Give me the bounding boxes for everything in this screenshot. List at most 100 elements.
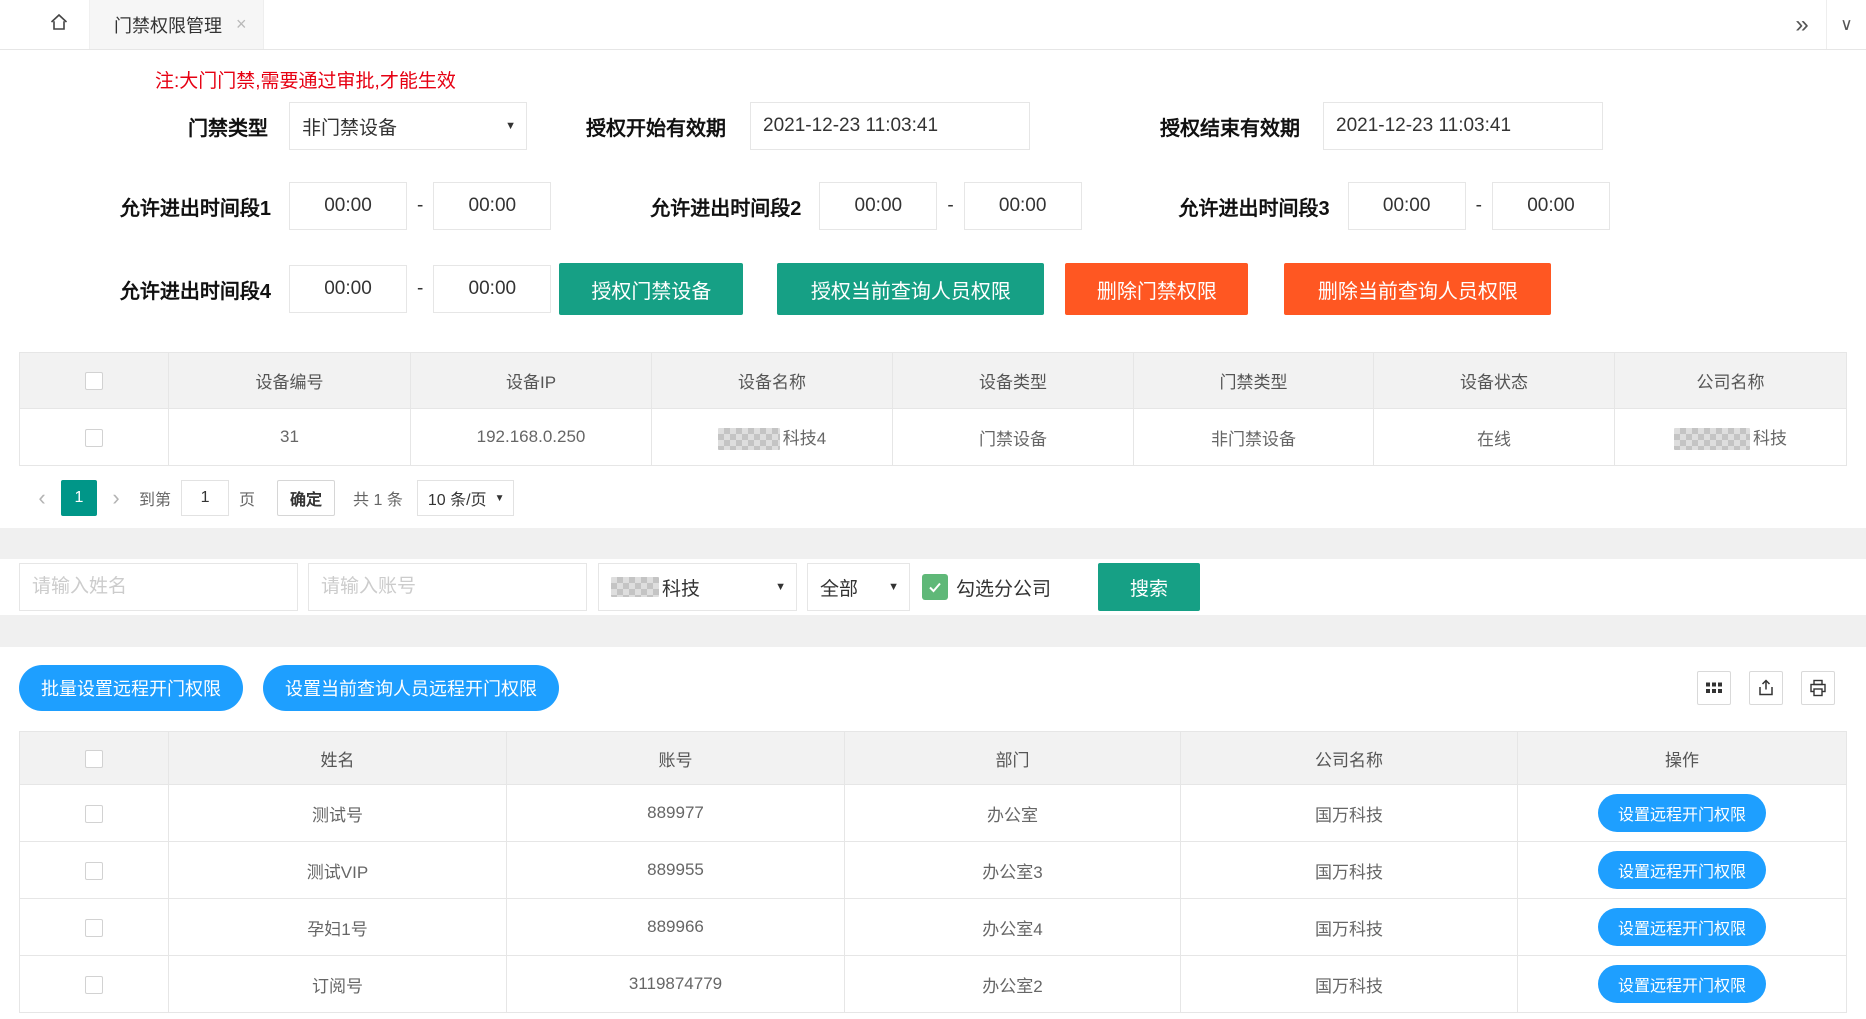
- account-search-input[interactable]: [308, 563, 587, 611]
- tab-label: 门禁权限管理: [114, 12, 222, 38]
- form-row-2: 允许进出时间段1 - 允许进出时间段2 - 允许进出时间段3 -: [0, 182, 1866, 230]
- device-table-wrap: 设备编号 设备IP 设备名称 设备类型 门禁类型 设备状态 公司名称 31 19…: [19, 352, 1847, 466]
- goto-prefix-label: 到第: [139, 486, 171, 510]
- select-all-people-checkbox[interactable]: [85, 750, 103, 768]
- period-1-to-input[interactable]: [433, 182, 551, 230]
- set-remote-open-permission-button[interactable]: 设置远程开门权限: [1598, 908, 1766, 946]
- form-row-3: 允许进出时间段4 - 授权门禁设备 授权当前查询人员权限 删除门禁权限 删除当前…: [0, 263, 1866, 315]
- device-access-type-cell: 非门禁设备: [1134, 409, 1374, 466]
- auth-end-label: 授权结束有效期: [1030, 112, 1300, 141]
- branch-filter-checkbox-checked[interactable]: [922, 574, 948, 600]
- current-query-remote-open-button[interactable]: 设置当前查询人员远程开门权限: [263, 665, 559, 711]
- approval-note: 注:大门门禁,需要通过审批,才能生效: [155, 70, 1866, 94]
- person-row: 测试号 889977 办公室 国万科技 设置远程开门权限: [20, 785, 1847, 842]
- company-name-visible: 科技: [1753, 429, 1787, 448]
- person-row: 孕妇1号 889966 办公室4 国万科技 设置远程开门权限: [20, 899, 1847, 956]
- tab-actions-chevron-down-icon[interactable]: ∨: [1826, 0, 1866, 49]
- goto-suffix-label: 页: [239, 486, 255, 510]
- home-tab[interactable]: [28, 0, 90, 49]
- device-type-cell: 门禁设备: [893, 409, 1134, 466]
- period-4-from-input[interactable]: [289, 265, 407, 313]
- home-icon: [49, 12, 69, 37]
- authorization-form-card: 注:大门门禁,需要通过审批,才能生效 门禁类型 非门禁设备 ▼ 授权开始有效期 …: [0, 50, 1866, 528]
- current-page-button[interactable]: 1: [61, 480, 97, 516]
- person-row-checkbox[interactable]: [85, 805, 103, 823]
- device-status-cell: 在线: [1374, 409, 1615, 466]
- name-search-input[interactable]: [19, 563, 298, 611]
- company-select[interactable]: 科技 ▼: [598, 563, 797, 611]
- person-name-cell: 孕妇1号: [169, 899, 507, 956]
- col-header-device-status: 设备状态: [1374, 353, 1615, 409]
- person-dept-cell: 办公室3: [845, 842, 1181, 899]
- auth-start-input[interactable]: [750, 102, 1030, 150]
- total-count-label: 共 1 条: [353, 486, 403, 510]
- device-company-cell: 科技: [1615, 409, 1847, 466]
- device-table-header-row: 设备编号 设备IP 设备名称 设备类型 门禁类型 设备状态 公司名称: [20, 353, 1847, 409]
- auth-end-input[interactable]: [1323, 102, 1603, 150]
- section-divider: [0, 615, 1866, 647]
- period-2-label: 允许进出时间段2: [551, 192, 801, 221]
- search-button[interactable]: 搜索: [1098, 563, 1200, 611]
- filter-columns-button[interactable]: [1697, 671, 1731, 705]
- dash-separator: -: [417, 195, 423, 217]
- batch-remote-open-button[interactable]: 批量设置远程开门权限: [19, 665, 243, 711]
- print-icon: [1809, 679, 1827, 697]
- next-page-icon[interactable]: ›: [103, 480, 129, 516]
- redacted-blur: [718, 428, 780, 450]
- device-name-cell: 科技4: [652, 409, 893, 466]
- device-row: 31 192.168.0.250 科技4 门禁设备 非门禁设备 在线 科技: [20, 409, 1847, 466]
- person-row-checkbox[interactable]: [85, 919, 103, 937]
- goto-confirm-button[interactable]: 确定: [277, 480, 335, 516]
- print-button[interactable]: [1801, 671, 1835, 705]
- period-3-label: 允许进出时间段3: [1082, 192, 1330, 221]
- form-row-1: 门禁类型 非门禁设备 ▼ 授权开始有效期 授权结束有效期: [0, 102, 1866, 150]
- authorize-current-people-button[interactable]: 授权当前查询人员权限: [777, 263, 1044, 315]
- delete-current-people-permission-button[interactable]: 删除当前查询人员权限: [1284, 263, 1551, 315]
- person-company-cell: 国万科技: [1181, 785, 1518, 842]
- person-dept-cell: 办公室2: [845, 956, 1181, 1013]
- delete-permission-button[interactable]: 删除门禁权限: [1065, 263, 1248, 315]
- page-size-select[interactable]: 10 条/页 ▼: [417, 480, 514, 516]
- dash-separator: -: [1476, 195, 1482, 217]
- period-1-label: 允许进出时间段1: [0, 192, 271, 221]
- prev-page-icon[interactable]: ‹: [29, 480, 55, 516]
- set-remote-open-permission-button[interactable]: 设置远程开门权限: [1598, 965, 1766, 1003]
- columns-grid-icon: [1705, 679, 1723, 697]
- caret-down-icon: ▼: [505, 120, 516, 132]
- export-button[interactable]: [1749, 671, 1783, 705]
- branch-select[interactable]: 全部 ▼: [807, 563, 910, 611]
- authorize-device-button[interactable]: 授权门禁设备: [559, 263, 743, 315]
- period-3-to-input[interactable]: [1492, 182, 1610, 230]
- col-header-department: 部门: [845, 732, 1181, 785]
- person-row-checkbox[interactable]: [85, 976, 103, 994]
- device-row-checkbox[interactable]: [85, 429, 103, 447]
- redacted-blur: [1674, 428, 1750, 450]
- redacted-blur: [611, 577, 659, 597]
- dash-separator: -: [417, 278, 423, 300]
- expand-tabs-icon[interactable]: »: [1778, 0, 1826, 49]
- period-3-from-input[interactable]: [1348, 182, 1466, 230]
- set-remote-open-permission-button[interactable]: 设置远程开门权限: [1598, 794, 1766, 832]
- col-header-company: 公司名称: [1181, 732, 1518, 785]
- branch-checkbox-label: 勾选分公司: [956, 574, 1051, 601]
- caret-down-icon: ▼: [888, 581, 899, 593]
- section-divider: [0, 528, 1866, 559]
- device-table-pagination: ‹ 1 › 到第 页 确定 共 1 条 10 条/页 ▼: [29, 480, 1866, 528]
- period-2-from-input[interactable]: [819, 182, 937, 230]
- person-dept-cell: 办公室4: [845, 899, 1181, 956]
- person-row-checkbox[interactable]: [85, 862, 103, 880]
- person-row: 测试VIP 889955 办公室3 国万科技 设置远程开门权限: [20, 842, 1847, 899]
- period-4-to-input[interactable]: [433, 265, 551, 313]
- tab-access-permission-management[interactable]: 门禁权限管理 ×: [90, 0, 264, 49]
- access-type-select[interactable]: 非门禁设备 ▼: [289, 102, 527, 150]
- select-all-devices-checkbox[interactable]: [85, 372, 103, 390]
- period-2-to-input[interactable]: [964, 182, 1082, 230]
- col-header-account: 账号: [507, 732, 845, 785]
- period-1-from-input[interactable]: [289, 182, 407, 230]
- person-account-cell: 3119874779: [507, 956, 845, 1013]
- goto-page-input[interactable]: [181, 480, 229, 516]
- close-tab-icon[interactable]: ×: [236, 14, 247, 35]
- check-icon: [927, 579, 943, 595]
- set-remote-open-permission-button[interactable]: 设置远程开门权限: [1598, 851, 1766, 889]
- dash-separator: -: [947, 195, 953, 217]
